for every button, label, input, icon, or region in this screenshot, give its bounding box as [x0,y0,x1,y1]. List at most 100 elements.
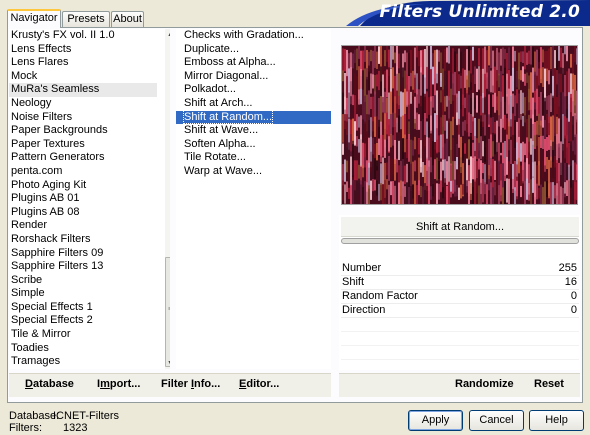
preview-streak [376,116,378,143]
preview-streak [364,46,366,62]
preview-streak [354,73,356,95]
category-item[interactable]: Special Effects 2 [9,314,157,328]
preview-streak [362,142,364,169]
preview-streak [550,47,552,69]
filter-item[interactable]: Tile Rotate... [176,151,331,165]
editor-button[interactable]: Editor... [239,378,279,390]
category-item[interactable]: Lens Effects [9,43,157,57]
tab-about[interactable]: About [111,11,144,27]
param-row-random-factor[interactable]: Random Factor 0 [341,290,579,304]
category-item[interactable]: Paper Backgrounds [9,124,157,138]
param-row-number[interactable]: Number 255 [341,262,579,276]
filter-item[interactable]: Shift at Random... [176,109,331,125]
category-scrollbar[interactable]: ▲ ≡ ▼ [165,29,170,369]
filter-item[interactable]: Soften Alpha... [176,138,331,152]
preview-streak [574,113,576,137]
cancel-button[interactable]: Cancel [469,410,524,431]
category-item[interactable]: Lens Flares [9,56,157,70]
category-item[interactable]: Rorshack Filters [9,233,157,247]
database-label: Database: [9,410,60,422]
preview-streak [462,183,464,195]
preview-streak [442,48,444,65]
scroll-down-arrow-icon[interactable]: ▼ [165,358,170,369]
preview-streak [362,164,364,178]
category-item[interactable]: Krusty's FX vol. II 1.0 [9,29,157,43]
param-row-shift[interactable]: Shift 16 [341,276,579,290]
filter-item-label: Polkadot... [184,83,236,96]
category-item[interactable]: Scribe [9,274,157,288]
category-item[interactable]: Plugins AB 01 [9,192,157,206]
preview-streak [414,47,416,78]
preview-streak [520,186,522,197]
reset-button[interactable]: Reset [534,378,564,390]
param-value: 0 [570,290,577,302]
category-item[interactable]: penta.com [9,165,157,179]
category-item[interactable]: Render [9,219,157,233]
preview-streak [416,112,418,130]
category-item[interactable]: Pattern Generators [9,151,157,165]
scrollbar-thumb[interactable]: ≡ [165,257,170,367]
filter-item[interactable]: Duplicate... [176,43,331,57]
preview-streak [376,160,378,171]
apply-button[interactable]: Apply [408,410,463,431]
category-item[interactable]: Neology [9,97,157,111]
preview-streak [438,135,440,153]
preview-streak [478,48,480,66]
preview-streak [524,73,526,86]
preview-streak [458,187,460,200]
tab-presets[interactable]: Presets [62,11,110,27]
preview-streak [364,181,366,204]
preview-streak [510,139,512,164]
param-row-direction[interactable]: Direction 0 [341,304,579,318]
scroll-up-arrow-icon[interactable]: ▲ [165,29,170,40]
filter-item-label: Shift at Arch... [184,96,253,109]
filter-info-button[interactable]: Filter Info... [161,378,220,390]
preview-streak [574,181,576,204]
preview-streak [422,162,424,177]
category-item[interactable]: Mock [9,70,157,84]
preview-streak [506,156,508,175]
preview-streak [412,140,414,156]
filter-item[interactable]: Shift at Arch... [176,97,331,111]
category-item[interactable]: Plugins AB 08 [9,206,157,220]
preview-streak [526,96,528,111]
preview-streak [410,91,412,104]
preview-streak [564,116,566,139]
preview-streak [500,48,502,66]
randomize-button[interactable]: Randomize [455,378,514,390]
filter-list[interactable]: Checks with Gradation... Duplicate... Embo… [176,29,331,369]
filter-item[interactable]: Shift at Wave... [176,124,331,138]
category-item[interactable]: Simple [9,287,157,301]
filter-item[interactable]: Polkadot... [176,83,331,97]
filter-name-button[interactable]: Shift at Random... [341,217,579,237]
filter-item[interactable]: Mirror Diagonal... [176,70,331,84]
category-item[interactable]: Sapphire Filters 09 [9,247,157,261]
category-item[interactable]: Sapphire Filters 13 [9,260,157,274]
category-item[interactable]: Tile & Mirror [9,328,157,342]
preview-streak [424,74,426,97]
category-item[interactable]: Tramages [9,355,157,369]
category-list[interactable]: Krusty's FX vol. II 1.0 Lens Effects Lens … [9,29,170,369]
preview-streak [414,74,416,93]
preview-streak [548,48,550,71]
preview-streak [448,181,450,204]
category-item[interactable]: Special Effects 1 [9,301,157,315]
database-button[interactable]: Database [25,378,74,390]
preview-streak [376,74,378,87]
category-item[interactable]: Paper Textures [9,138,157,152]
category-item[interactable]: MuRa's Seamless [9,83,157,97]
category-item[interactable]: Photo Aging Kit [9,179,157,193]
help-button[interactable]: Help [529,410,584,431]
preview-streak [446,138,448,164]
preview-streak [462,46,464,61]
category-item[interactable]: Toadies [9,342,157,356]
filter-item[interactable]: Warp at Wave... [176,165,331,179]
import-button[interactable]: Import... [97,378,140,390]
filter-item[interactable]: Checks with Gradation... [176,29,331,43]
filter-item[interactable]: Emboss at Alpha... [176,56,331,70]
preview-streak [468,70,470,88]
preview-streak [394,52,396,64]
preview-streak [450,163,452,198]
category-item[interactable]: Noise Filters [9,111,157,125]
tab-navigator[interactable]: Navigator [7,9,61,28]
